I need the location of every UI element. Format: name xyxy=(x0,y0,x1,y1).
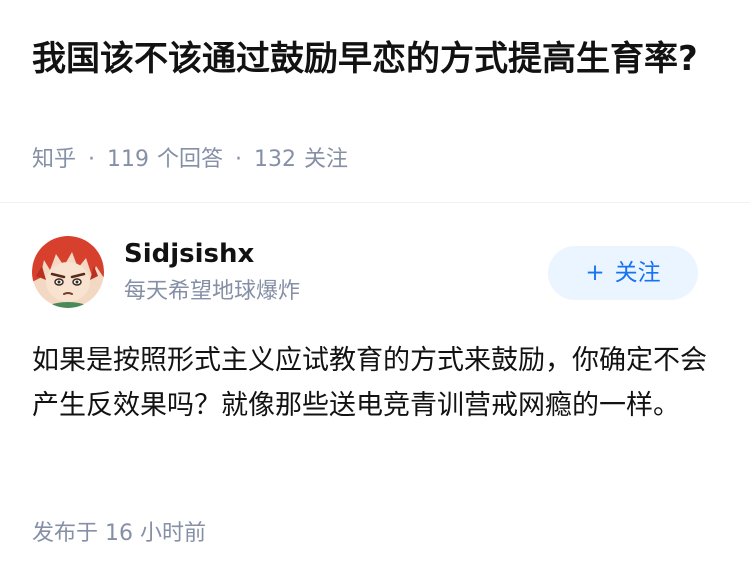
source-label: 知乎 xyxy=(32,147,77,172)
anime-avatar-icon xyxy=(32,236,104,308)
answer-timestamp: 发布于 16 小时前 xyxy=(32,521,206,546)
author-name[interactable]: Sidjsishx xyxy=(124,236,254,272)
follower-count-label: 关注 xyxy=(304,147,349,172)
meta-separator: · xyxy=(235,147,243,172)
follow-button[interactable]: + 关注 xyxy=(548,246,698,300)
author-bio: 每天希望地球爆炸 xyxy=(124,279,301,304)
section-divider xyxy=(0,202,750,203)
question-title[interactable]: 我国该不该通过鼓励早恋的方式提高生育率? xyxy=(32,34,712,84)
plus-icon: + xyxy=(585,260,605,286)
meta-separator: · xyxy=(88,147,96,172)
answer-count-label: 个回答 xyxy=(157,147,224,172)
author-avatar[interactable] xyxy=(32,236,104,308)
follow-button-label: 关注 xyxy=(614,260,661,286)
answer-content[interactable]: 如果是按照形式主义应试教育的方式来鼓励，你确定不会产生反效果吗？就像那些送电竞青… xyxy=(32,338,718,428)
answer-count: 119 xyxy=(107,147,150,172)
follower-count: 132 xyxy=(254,147,297,172)
question-meta: 知乎 · 119 个回答 · 132 关注 xyxy=(32,144,348,176)
